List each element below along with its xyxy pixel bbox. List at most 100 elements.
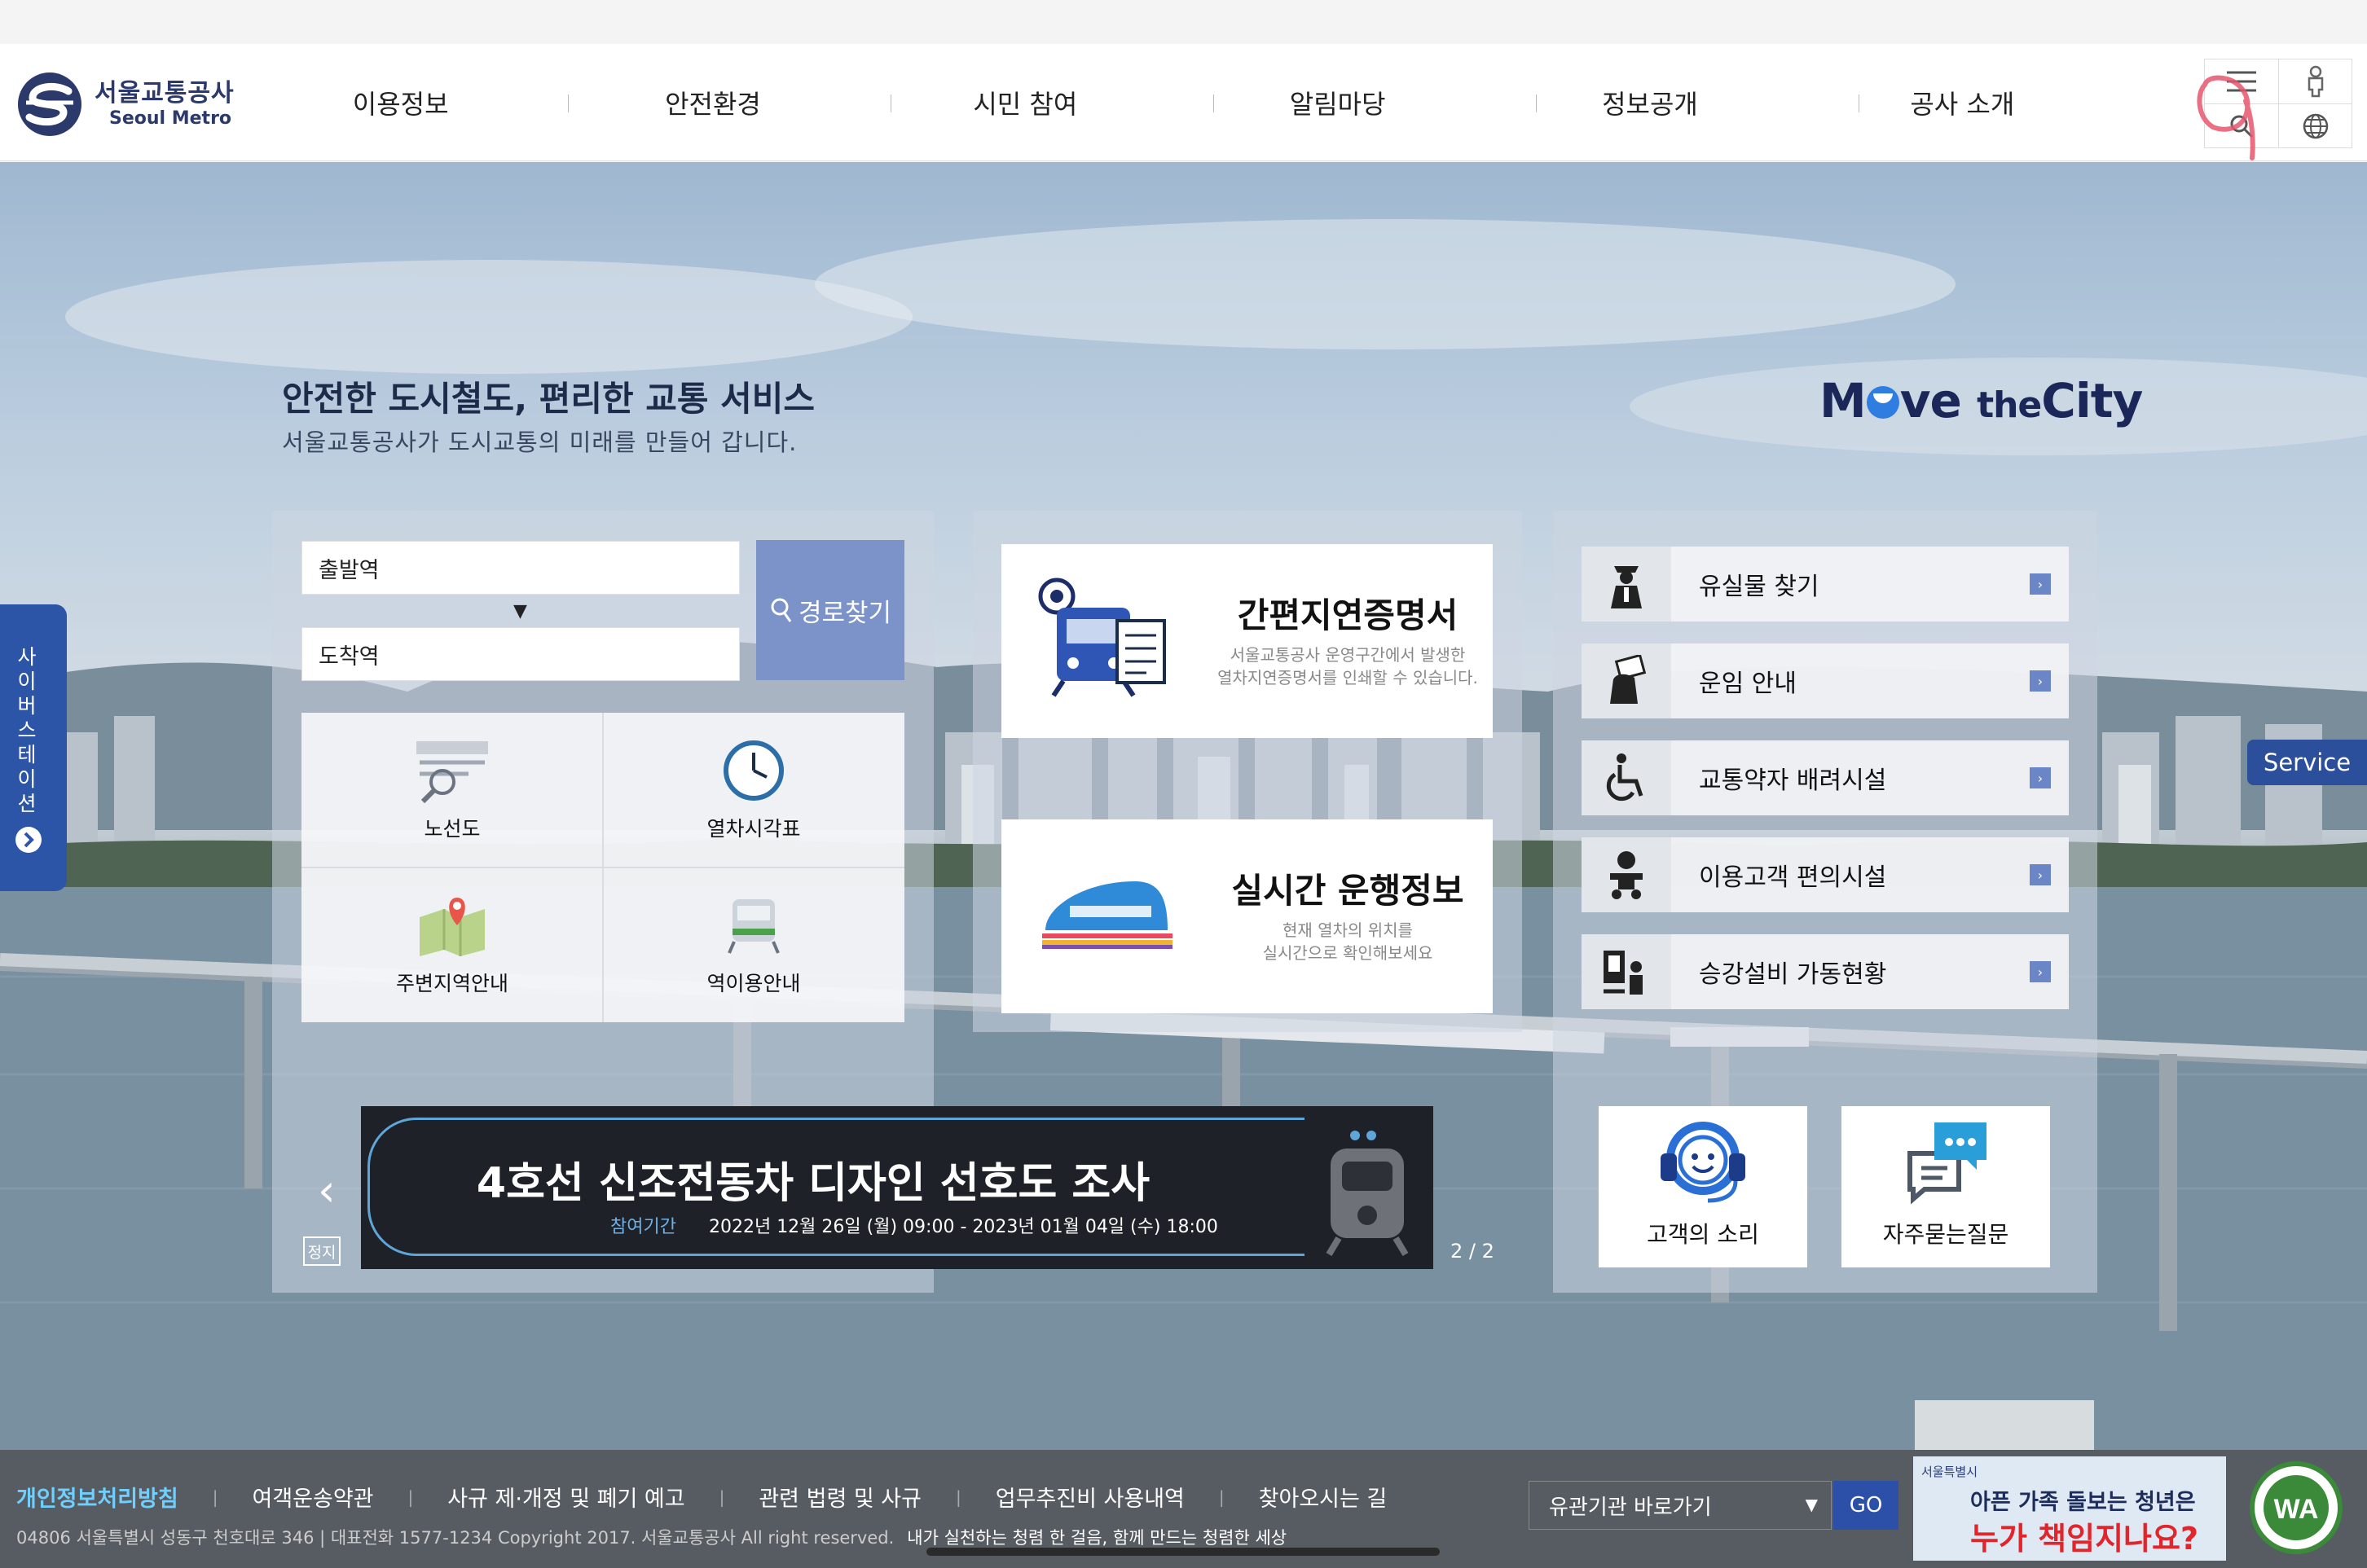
move-the-city-logo: Mve theCity (1819, 373, 2143, 428)
quick-nearby-area[interactable]: 주변지역안내 (301, 867, 603, 1022)
quick-menu-grid: 노선도 열차시각표 주변지역안내 역이용안내 (301, 713, 904, 1022)
logo[interactable]: 서울교통공사 Seoul Metro (15, 72, 235, 137)
customer-voice-button[interactable]: 고객의 소리 (1599, 1106, 1807, 1267)
logo-text: 서울교통공사 Seoul Metro (95, 79, 235, 130)
realtime-desc-line1: 현재 열차의 위치를 (1282, 920, 1413, 940)
brand-ve: ve (1899, 373, 1962, 428)
home-indicator (926, 1548, 1440, 1556)
logo-korean: 서울교통공사 (95, 79, 235, 108)
nav-company-intro[interactable]: 공사 소개 (1806, 84, 2118, 121)
delay-certificate-card[interactable]: 간편지연증명서 서울교통공사 운영구간에서 발생한 열차지연증명서를 인쇄할 수… (1001, 544, 1493, 738)
arrow-down-icon: ▼ (513, 601, 527, 621)
svg-text:WA: WA (2274, 1494, 2319, 1525)
service-convenience-facilities[interactable]: 이용고객 편의시설 › (1582, 837, 2069, 912)
header-tools (2204, 59, 2352, 148)
realtime-info-card[interactable]: 실시간 운행정보 현재 열차의 위치를 실시간으로 확인해보세요 (1001, 819, 1493, 1013)
bullet-train-icon (1042, 881, 1173, 949)
elevator-icon (1582, 934, 1671, 1009)
headset-icon (1661, 1122, 1745, 1203)
arrow-right-icon: › (2030, 573, 2051, 595)
quick-label: 열차시각표 (706, 817, 801, 841)
route-map-icon (416, 741, 488, 803)
service-lost-and-found[interactable]: 유실물 찾기 › (1582, 547, 2069, 621)
nav-info-disclosure[interactable]: 정보공개 (1494, 84, 1806, 121)
search-icon (771, 598, 792, 622)
chevron-right-icon (15, 827, 42, 853)
nav-usage-info[interactable]: 이용정보 (244, 84, 557, 121)
nav-notices[interactable]: 알림마당 (1181, 84, 1494, 121)
banner-title: 4호선 신조전동차 디자인 선호도 조사 (476, 1159, 1151, 1208)
brand-city: City (2041, 373, 2143, 428)
footer-copyright: 04806 서울특별시 성동구 천호대로 346 | 대표전화 1577-123… (16, 1525, 1287, 1549)
brand-o-icon (1866, 386, 1899, 419)
ad-line1: 아픈 가족 돌보는 청년은 (1970, 1490, 2196, 1515)
footer-link-expenses[interactable]: 업무추진비 사용내역 (996, 1481, 1185, 1513)
globe-icon[interactable] (2279, 104, 2352, 148)
arrow-right-icon: › (2030, 670, 2051, 692)
service-tab[interactable]: Service (2247, 740, 2367, 785)
quick-label: 역이용안내 (706, 972, 801, 995)
brand-m: M (1819, 373, 1867, 428)
brand-the: the (1977, 384, 2042, 426)
baby-icon (1582, 837, 1671, 912)
nav-citizen-participation[interactable]: 시민 참여 (869, 84, 1181, 121)
ad-line2: 누가 책임지나요? (1970, 1521, 2198, 1557)
nav-safety-environment[interactable]: 안전환경 (557, 84, 869, 121)
departure-station-input[interactable]: 출발역 (301, 541, 740, 595)
service-elevator-status[interactable]: 승강설비 가동현황 › (1582, 934, 2069, 1009)
go-button[interactable]: GO (1833, 1481, 1898, 1530)
menu-icon[interactable] (2205, 59, 2278, 103)
arrival-station-input[interactable]: 도착역 (301, 627, 740, 681)
footer-link-rules-notice[interactable]: 사규 제·개정 및 폐기 예고 (447, 1481, 684, 1513)
campaign-banner[interactable]: 서울특별시 아픈 가족 돌보는 청년은 누가 책임지나요? (1913, 1456, 2226, 1561)
cyber-station-tab[interactable]: 사이버스테이션 (0, 604, 67, 891)
route-search-button[interactable]: 경로찾기 (756, 540, 904, 680)
wheelchair-icon (1582, 740, 1671, 815)
footer-link-laws[interactable]: 관련 법령 및 사규 (759, 1481, 922, 1513)
banner-period-key: 참여기간 (610, 1217, 676, 1237)
officer-icon (1582, 547, 1671, 621)
seoul-metro-logo-icon (18, 72, 81, 136)
service-label: 교통약자 배려시설 (1699, 766, 1887, 795)
faq-button[interactable]: 자주묻는질문 (1841, 1106, 2050, 1267)
service-accessibility-facilities[interactable]: 교통약자 배려시설 › (1582, 740, 2069, 815)
web-accessibility-mark-icon[interactable]: WA (2239, 1460, 2353, 1556)
train-icon (728, 899, 780, 954)
search-icon[interactable] (2205, 104, 2278, 148)
related-sites-select[interactable]: 유관기관 바로가기 ▼ (1529, 1481, 1832, 1530)
cyber-station-label: 사이버스테이션 (17, 645, 37, 815)
slide-counter: 2 / 2 (1450, 1240, 1494, 1263)
realtime-title: 실시간 운행정보 (1231, 871, 1464, 911)
service-fare-info[interactable]: 운임 안내 › (1582, 643, 2069, 718)
slide-stop-button[interactable]: 정지 (303, 1236, 341, 1266)
map-pin-icon (420, 898, 485, 956)
cert-desc-line1: 서울교통공사 운영구간에서 발생한 (1230, 645, 1466, 665)
related-sites-label: 유관기관 바로가기 (1549, 1495, 1712, 1520)
accessibility-person-icon[interactable] (2279, 59, 2352, 103)
chat-bubble-icon (1907, 1122, 1986, 1205)
quick-label: 주변지역안내 (395, 972, 508, 995)
cert-title: 간편지연증명서 (1237, 595, 1458, 635)
quick-station-info[interactable]: 역이용안내 (603, 867, 904, 1022)
banner-period-value: 2022년 12월 26일 (월) 09:00 - 2023년 01월 04일 … (708, 1217, 1218, 1237)
ticket-hand-icon (1582, 643, 1671, 718)
footer-link-directions[interactable]: 찾아오시는 길 (1259, 1481, 1388, 1513)
slide-prev-button[interactable]: ‹ (318, 1165, 336, 1216)
service-label: 운임 안내 (1699, 670, 1797, 698)
footer-link-privacy[interactable]: 개인정보처리방침 (16, 1481, 178, 1513)
copyright-text: 04806 서울특별시 성동구 천호대로 346 | 대표전화 1577-123… (16, 1528, 895, 1548)
realtime-desc-line2: 실시간으로 확인해보세요 (1262, 943, 1433, 963)
quick-timetable[interactable]: 열차시각표 (603, 713, 904, 867)
quick-route-map[interactable]: 노선도 (301, 713, 603, 867)
arrow-right-icon: › (2030, 961, 2051, 982)
ad-source: 서울특별시 (1921, 1465, 1978, 1479)
train-front-icon (1326, 1131, 1409, 1257)
cert-desc-line2: 열차지연증명서를 인쇄할 수 있습니다. (1217, 668, 1478, 687)
notice-banner[interactable]: 4호선 신조전동차 디자인 선호도 조사 참여기간 2022년 12월 26일 (… (361, 1106, 1433, 1269)
site-header: 서울교통공사 Seoul Metro 이용정보 안전환경 시민 참여 알림마당 … (0, 44, 2367, 161)
footer-link-terms[interactable]: 여객운송약관 (252, 1481, 373, 1513)
chevron-down-icon: ▼ (1805, 1495, 1818, 1514)
quick-label: 노선도 (424, 817, 481, 841)
service-label: 승강설비 가동현황 (1699, 960, 1887, 989)
arrow-right-icon: › (2030, 767, 2051, 788)
